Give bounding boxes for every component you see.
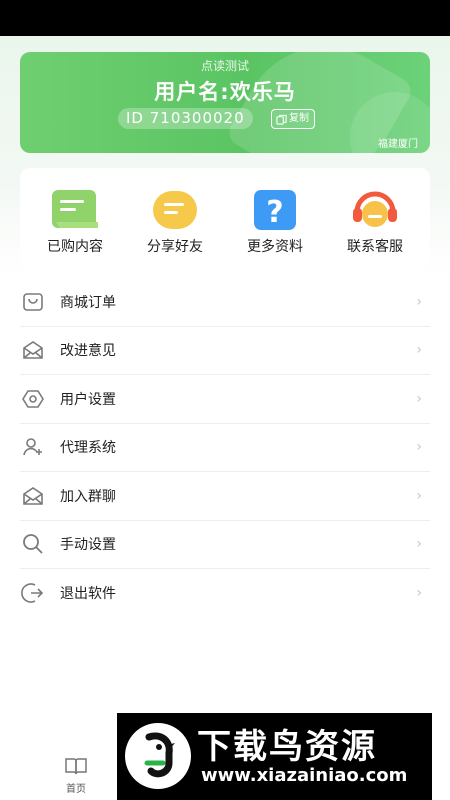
watermark-url: www.xiazainiao.com: [201, 765, 408, 786]
logout-icon: [20, 580, 46, 606]
chevron-right-icon: ›: [416, 585, 422, 602]
quick-action-purchased[interactable]: 已购内容: [30, 188, 120, 256]
quick-action-label: 联系客服: [347, 239, 403, 255]
menu-item-label: 加入群聊: [60, 488, 116, 505]
svg-text:?: ?: [266, 195, 283, 230]
chevron-right-icon: ›: [416, 342, 422, 359]
mail-icon: [20, 483, 46, 509]
menu-item-mall-orders[interactable]: 商城订单 ›: [20, 278, 430, 327]
hexagon-settings-icon: [20, 386, 46, 412]
settings-menu: 商城订单 › 改进意见 › 用户设置 › 代理系统 › 加入群聊 › 手动设置 …: [20, 278, 430, 618]
quick-action-more[interactable]: ? 更多资料: [230, 188, 320, 256]
shopping-bag-icon: [20, 289, 46, 315]
chevron-right-icon: ›: [416, 390, 422, 407]
tab-home-label: 首页: [66, 784, 86, 795]
watermark-banner: 下载鸟资源 www.xiazainiao.com: [117, 713, 432, 800]
headset-icon: [350, 188, 400, 232]
tab-home[interactable]: 首页: [56, 756, 96, 795]
chevron-right-icon: ›: [416, 536, 422, 553]
share-chat-icon: [150, 188, 200, 232]
status-bar: [0, 0, 450, 36]
chevron-right-icon: ›: [416, 293, 422, 310]
mail-icon: [20, 337, 46, 363]
copy-icon: [276, 114, 287, 125]
menu-item-label: 退出软件: [60, 586, 116, 603]
user-id-badge: ID 710300020: [118, 108, 253, 129]
quick-action-label: 分享好友: [147, 239, 203, 255]
quick-action-support[interactable]: 联系客服: [330, 188, 420, 256]
chevron-right-icon: ›: [416, 439, 422, 456]
menu-item-user-settings[interactable]: 用户设置 ›: [20, 375, 430, 424]
quick-actions-card: 已购内容 分享好友 ? 更多资料 联系客服: [20, 168, 430, 268]
book-icon: [65, 758, 87, 775]
quick-action-label: 更多资料: [247, 239, 303, 255]
profile-username: 用户名:欢乐马: [154, 80, 296, 104]
menu-item-label: 商城订单: [60, 294, 116, 311]
copy-label: 复制: [289, 113, 309, 124]
question-icon: ?: [250, 188, 300, 232]
purchased-content-icon: [50, 188, 100, 232]
menu-item-feedback[interactable]: 改进意见 ›: [20, 327, 430, 375]
menu-item-label: 用户设置: [60, 391, 116, 408]
search-icon: [20, 531, 46, 557]
menu-item-label: 改进意见: [60, 343, 116, 360]
menu-item-join-group[interactable]: 加入群聊 ›: [20, 472, 430, 521]
quick-action-share[interactable]: 分享好友: [130, 188, 220, 256]
menu-item-agent-system[interactable]: 代理系统 ›: [20, 424, 430, 472]
profile-subtitle: 点读测试: [200, 59, 249, 73]
quick-action-label: 已购内容: [47, 239, 103, 255]
menu-item-label: 手动设置: [60, 537, 116, 554]
add-user-icon: [20, 434, 46, 460]
profile-location: 福建厦门: [378, 139, 418, 150]
chevron-right-icon: ›: [416, 487, 422, 504]
profile-card: 点读测试 用户名:欢乐马 ID 710300020 复制 福建厦门: [20, 52, 430, 153]
copy-id-button[interactable]: 复制: [271, 109, 315, 129]
watermark-title: 下载鸟资源: [197, 727, 377, 767]
menu-item-exit-app[interactable]: 退出软件 ›: [20, 569, 430, 618]
bird-logo-icon: [125, 723, 191, 789]
menu-item-manual-settings[interactable]: 手动设置 ›: [20, 521, 430, 569]
menu-item-label: 代理系统: [60, 440, 116, 457]
